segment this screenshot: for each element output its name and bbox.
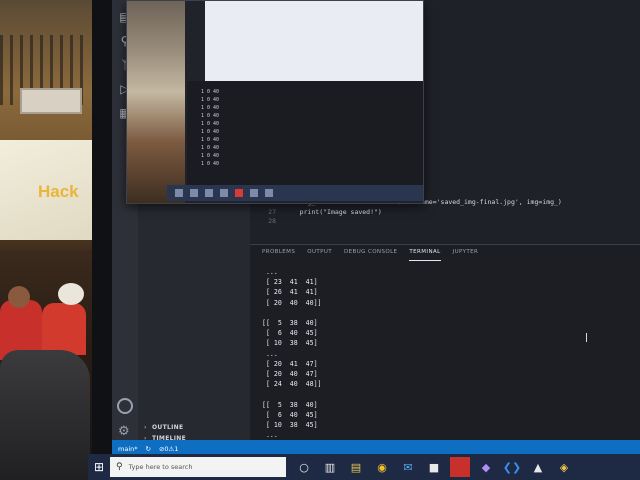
terminal-line: 1 0 40 <box>201 97 220 103</box>
terminal-line: ... <box>258 349 278 358</box>
media-icon[interactable]: ■ <box>424 457 444 477</box>
bottom-panel: PROBLEMS OUTPUT DEBUG CONSOLE TERMINAL JUPYT… <box>250 244 640 458</box>
webcam-preview <box>127 1 185 203</box>
chevron-right-icon: › <box>144 424 147 431</box>
gear-icon[interactable]: ⚙ <box>118 424 130 439</box>
discord-icon[interactable]: ◆ <box>476 457 496 477</box>
terminal-line: [[ 5 38 40] <box>258 319 318 328</box>
terminal-line: ... <box>258 431 278 440</box>
taskbar-icon <box>205 189 213 197</box>
code-line[interactable]: 27 print("Image saved!") <box>258 208 382 218</box>
terminal-line: 1 0 40 <box>201 89 220 95</box>
line-number: 28 <box>268 217 276 226</box>
outline-section[interactable]: › OUTLINE <box>144 424 183 431</box>
secondary-terminal: 1 0 40 1 0 40 1 0 40 1 0 40 1 0 40 1 0 40 1 0 … <box>187 81 423 185</box>
chair <box>0 350 90 480</box>
terminal-line: 1 0 40 <box>201 145 220 151</box>
sync-icon[interactable]: ↻ <box>146 445 151 453</box>
terminal-line: 1 0 40 <box>201 121 220 127</box>
terminal-line: [ 6 40 45] <box>258 329 318 338</box>
tab-jupyter[interactable]: JUPYTER <box>453 249 479 261</box>
tab-debug-console[interactable]: DEBUG CONSOLE <box>344 249 397 261</box>
taskbar-search[interactable]: ⚲ Type here to search <box>110 457 286 477</box>
terminal-output[interactable]: ... [ 23 41 41] [ 26 41 41] [ 20 40 40]]… <box>258 267 558 458</box>
secondary-editor <box>205 1 423 81</box>
text-cursor <box>586 333 589 342</box>
terminal-line: [ 20 40 40]] <box>258 298 322 307</box>
vscode-icon[interactable]: ❮❯ <box>502 457 522 477</box>
attendee-shirt <box>42 303 86 355</box>
taskbar-apps: ○ ▥ ▤ ◉ ✉ ■ ◆ ❮❯ ▲ ◈ <box>294 457 580 477</box>
tab-problems[interactable]: PROBLEMS <box>262 249 295 261</box>
search-placeholder: Type here to search <box>128 463 193 471</box>
file-explorer-icon[interactable]: ▤ <box>346 457 366 477</box>
banner-text: Hack <box>38 182 79 201</box>
task-view-icon[interactable]: ○ <box>294 457 314 477</box>
terminal-line: [ 10 38 45] <box>258 339 318 348</box>
code-text: print("Image saved!") <box>284 207 382 216</box>
python-icon[interactable]: ◈ <box>554 457 574 477</box>
tab-terminal[interactable]: TERMINAL <box>409 249 441 261</box>
taskbar-icon <box>175 189 183 197</box>
branch-indicator[interactable]: main* <box>118 445 138 453</box>
terminal-line: [ 26 41 41] <box>258 288 318 297</box>
terminal-line: 1 0 40 <box>201 153 220 159</box>
chrome-icon[interactable]: ◉ <box>372 457 392 477</box>
terminal-line: [ 6 40 45] <box>258 410 318 419</box>
terminal-line: [ 23 41 41] <box>258 278 318 287</box>
attendee-cap <box>58 283 84 305</box>
terminal-line: [ 10 38 45] <box>258 421 318 430</box>
projection-screen: Hack <box>0 140 100 240</box>
panel-tabs: PROBLEMS OUTPUT DEBUG CONSOLE TERMINAL JUPYT… <box>262 249 478 261</box>
account-icon[interactable] <box>117 398 133 414</box>
taskbar-icon <box>265 189 273 197</box>
problems-indicator[interactable]: ⊘0⚠1 <box>159 445 179 453</box>
windows-start-icon[interactable]: ⊞ <box>88 454 110 480</box>
task-switch-icon[interactable]: ▥ <box>320 457 340 477</box>
taskbar-icon <box>235 189 243 197</box>
attendee-head <box>8 286 30 308</box>
line-number: 27 <box>268 207 276 216</box>
terminal-line: 1 0 40 <box>201 161 220 167</box>
outline-label: OUTLINE <box>152 424 184 431</box>
tab-output[interactable]: OUTPUT <box>307 249 332 261</box>
red-app-icon[interactable] <box>450 457 470 477</box>
taskbar-icon <box>250 189 258 197</box>
secondary-window[interactable]: 1 0 40 1 0 40 1 0 40 1 0 40 1 0 40 1 0 40 1 0 … <box>126 0 424 204</box>
code-line[interactable]: 28 <box>258 217 284 227</box>
terminal-line: [ 20 40 47] <box>258 370 318 379</box>
terminal-line: [ 24 40 48]] <box>258 380 322 389</box>
taskbar-icon <box>190 189 198 197</box>
terminal-line: 1 0 40 <box>201 129 220 135</box>
mail-icon[interactable]: ✉ <box>398 457 418 477</box>
taskbar-icon <box>220 189 228 197</box>
windows-taskbar: ⊞ ⚲ Type here to search ○ ▥ ▤ ◉ ✉ ■ ◆ ❮❯ ▲ ◈ <box>88 454 640 480</box>
stage-light <box>20 88 82 114</box>
terminal-line: [[ 5 38 40] <box>258 400 318 409</box>
terminal-line: 1 0 40 <box>201 137 220 143</box>
search-icon: ⚲ <box>116 462 123 472</box>
secondary-taskbar <box>167 185 423 201</box>
terminal-line: [ 20 41 47] <box>258 359 318 368</box>
terminal-line: 1 0 40 <box>201 105 220 111</box>
steam-icon[interactable]: ▲ <box>528 457 548 477</box>
terminal-line: 1 0 40 <box>201 113 220 119</box>
terminal-line: ... <box>258 268 278 276</box>
